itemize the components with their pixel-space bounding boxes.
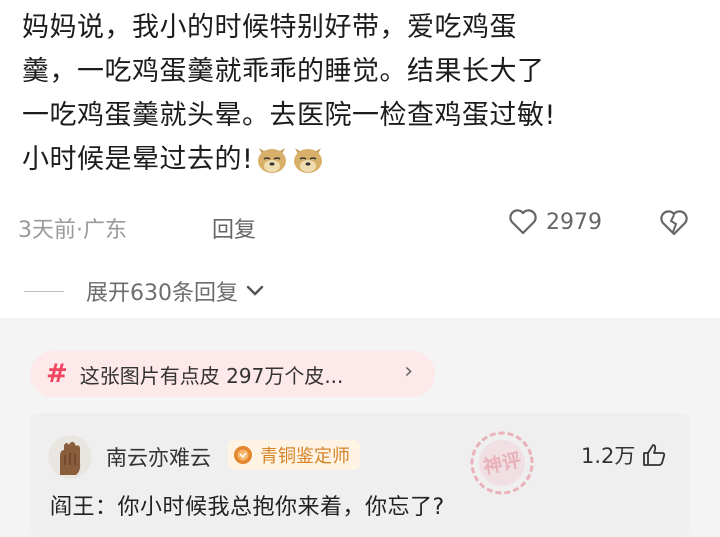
god-comment-stamp: 神评 xyxy=(462,423,542,507)
chevron-down-icon xyxy=(246,285,264,296)
chevron-right-icon: › xyxy=(404,359,413,384)
topic-tag-text: 这张图片有点皮 297万个皮... xyxy=(79,363,344,388)
hashtag-icon: # xyxy=(46,359,68,389)
reply-button[interactable]: 回复 xyxy=(212,212,256,244)
time-location: 3天前·广东 xyxy=(18,218,127,243)
god-comment-like-count: 1.2万 xyxy=(581,444,636,468)
like-button[interactable]: 2979 xyxy=(508,208,602,236)
comment-line: 一吃鸡蛋羹就头晕。去医院一检查鸡蛋过敏! xyxy=(22,100,556,131)
topic-tag[interactable]: # 这张图片有点皮 297万个皮... › xyxy=(30,351,435,397)
god-comment-text: 阎王：你小时候我总抱你来着，你忘了? xyxy=(50,495,445,520)
main-comment-card: 妈妈说，我小的时候特别好带，爱吃鸡蛋 羹，一吃鸡蛋羹就乖乖的睡觉。结果长大了 一… xyxy=(0,0,720,318)
badge-label: 青铜鉴定师 xyxy=(260,446,350,467)
comment-line: 羹，一吃鸡蛋羹就乖乖的睡觉。结果长大了 xyxy=(22,56,545,87)
heart-icon xyxy=(509,209,537,235)
comment-line-last: 小时候是晕过去的! xyxy=(22,138,702,182)
expand-replies-button[interactable]: 展开630条回复 xyxy=(24,275,266,307)
god-comment-stamp-icon: 神评 xyxy=(470,431,534,495)
broken-heart-icon xyxy=(660,210,688,236)
medal-icon xyxy=(234,446,252,464)
comment-line: 妈妈说，我小的时候特别好带，爱吃鸡蛋 xyxy=(22,12,517,43)
user-name[interactable]: 南云亦难云 xyxy=(106,442,211,472)
god-comment-like-button[interactable]: 1.2万 xyxy=(581,440,667,470)
dog-face-emoji-icon xyxy=(294,148,323,173)
dislike-button[interactable] xyxy=(658,208,690,244)
divider-line xyxy=(24,290,64,292)
god-comment-card: 南云亦难云 青铜鉴定师 神评 1.2万 阎王：你小时候我总抱你来着，你忘了? xyxy=(30,413,690,537)
comment-text: 妈妈说，我小的时候特别好带，爱吃鸡蛋 羹，一吃鸡蛋羹就乖乖的睡觉。结果长大了 一… xyxy=(22,6,702,182)
dog-face-emoji-icon xyxy=(258,148,287,173)
expand-replies-label: 展开630条回复 xyxy=(86,281,238,306)
user-badge: 青铜鉴定师 xyxy=(228,440,360,470)
thumbs-up-icon xyxy=(643,444,666,466)
avatar[interactable] xyxy=(48,435,92,479)
hand-avatar-icon xyxy=(48,435,92,479)
like-count: 2979 xyxy=(546,209,602,235)
comment-meta: 3天前·广东 回复 2979 xyxy=(18,208,720,244)
